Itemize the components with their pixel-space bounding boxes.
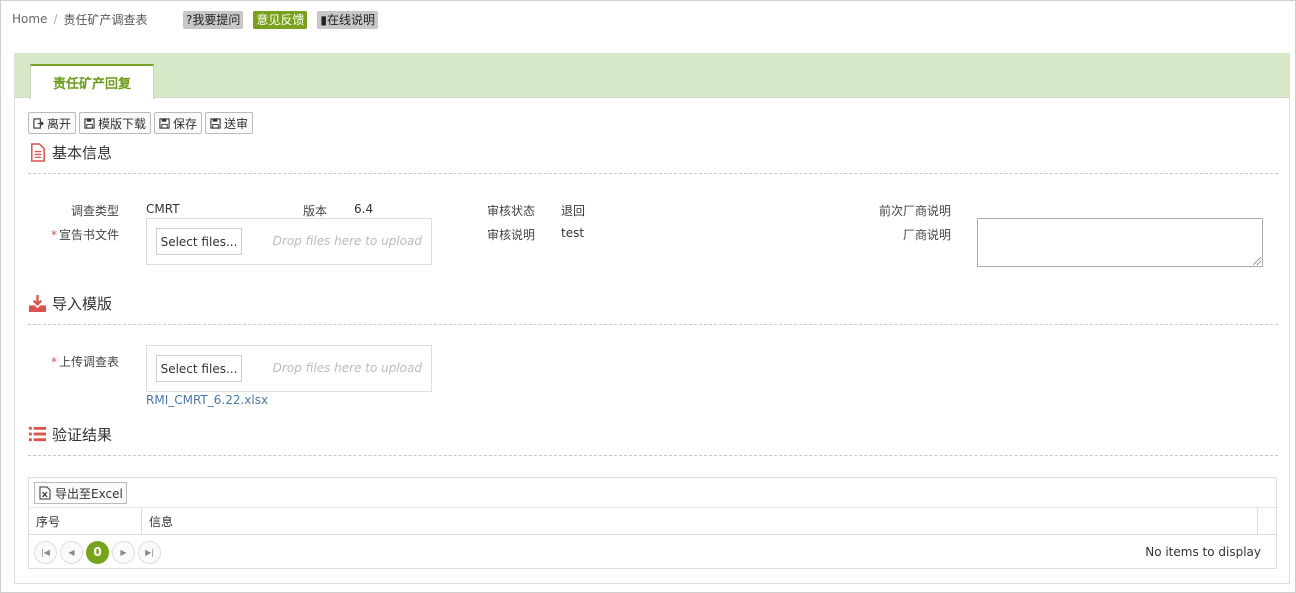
help-buttons: ?我要提问 意见反馈 ▮在线说明 xyxy=(183,11,379,29)
divider xyxy=(28,173,1278,174)
leave-label: 离开 xyxy=(47,116,72,131)
review-note-value: test xyxy=(561,226,585,240)
document-icon xyxy=(31,143,45,162)
declaration-file-label: * 宣告书文件 xyxy=(35,226,119,243)
download-template-button[interactable]: 模版下载 xyxy=(79,112,152,134)
upload-survey-label: * 上传调查表 xyxy=(35,353,119,370)
survey-type-label: 调查类型 xyxy=(70,204,119,218)
download-icon xyxy=(28,294,47,313)
review-note-label: 审核说明 xyxy=(486,228,535,242)
feedback-button[interactable]: 意见反馈 xyxy=(253,11,308,29)
section-validation-result: 验证结果 xyxy=(28,424,112,445)
exit-icon xyxy=(33,117,44,129)
declaration-file-upload: Select files... Drop files here to uploa… xyxy=(146,218,432,265)
grid-pager: |◀ ◀ 0 ▶ ▶| No items to display xyxy=(29,535,1276,569)
validation-grid: 导出至Excel 序号 信息 |◀ ◀ 0 ▶ ▶| No items to d… xyxy=(28,477,1277,569)
column-header-message[interactable]: 信息 xyxy=(142,508,1258,535)
vendor-note-textarea[interactable] xyxy=(977,218,1263,267)
download-template-label: 模版下载 xyxy=(98,116,147,131)
required-mark: * xyxy=(50,355,57,369)
list-icon xyxy=(28,426,47,442)
export-excel-button[interactable]: 导出至Excel xyxy=(34,482,127,504)
version-value: 6.4 xyxy=(354,202,374,216)
excel-icon xyxy=(39,486,51,500)
upload-survey-label-text: 上传调查表 xyxy=(58,355,119,369)
prev-vendor-note-label: 前次厂商说明 xyxy=(878,204,951,218)
action-toolbar: 离开 模版下载 保存 送审 xyxy=(28,112,254,134)
divider xyxy=(28,324,1278,325)
save-label: 保存 xyxy=(173,116,198,131)
uploaded-file-link[interactable]: RMI_CMRT_6.22.xlsx xyxy=(146,393,268,407)
declaration-drop-zone[interactable]: Drop files here to upload xyxy=(273,234,422,248)
section-validation-result-title: 验证结果 xyxy=(52,426,113,444)
tab-mineral-reply[interactable]: 责任矿产回复 xyxy=(30,64,154,99)
survey-file-upload: Select files... Drop files here to uploa… xyxy=(146,345,432,392)
book-icon: ▮ xyxy=(320,13,327,27)
tab-strip: 责任矿产回复 xyxy=(15,53,1289,99)
next-page-icon[interactable]: ▶ xyxy=(112,540,135,564)
online-manual-label: 在线说明 xyxy=(327,13,376,27)
floppy-icon xyxy=(84,117,95,129)
prev-page-icon[interactable]: ◀ xyxy=(60,540,83,564)
column-header-index[interactable]: 序号 xyxy=(29,508,142,535)
survey-drop-zone[interactable]: Drop files here to upload xyxy=(273,361,422,375)
breadcrumb-home[interactable]: Home xyxy=(12,12,47,26)
grid-toolbar: 导出至Excel xyxy=(29,478,1276,508)
declaration-file-label-text: 宣告书文件 xyxy=(58,228,119,242)
export-excel-label: 导出至Excel xyxy=(55,486,123,501)
leave-button[interactable]: 离开 xyxy=(28,112,77,134)
breadcrumb-current: 责任矿产调查表 xyxy=(63,12,148,27)
section-import-template: 导入模版 xyxy=(28,293,112,314)
survey-select-files-button[interactable]: Select files... xyxy=(156,355,242,382)
section-basic-info-title: 基本信息 xyxy=(52,144,113,162)
column-header-spacer xyxy=(1258,508,1276,535)
section-import-template-title: 导入模版 xyxy=(52,295,113,313)
review-status-value: 退回 xyxy=(561,204,586,218)
ask-question-button[interactable]: ?我要提问 xyxy=(183,11,244,29)
breadcrumb: Home / 责任矿产调查表 xyxy=(12,9,148,29)
submit-review-label: 送审 xyxy=(224,116,249,131)
version-label: 版本 xyxy=(302,204,327,218)
floppy-icon xyxy=(210,117,221,129)
divider xyxy=(28,455,1278,456)
required-mark: * xyxy=(50,228,57,242)
last-page-icon[interactable]: ▶| xyxy=(138,540,161,564)
resize-grip[interactable] xyxy=(1253,257,1261,265)
submit-review-button[interactable]: 送审 xyxy=(205,112,254,134)
online-manual-button[interactable]: ▮在线说明 xyxy=(317,11,379,29)
grid-header: 序号 信息 xyxy=(29,508,1276,535)
current-page-button[interactable]: 0 xyxy=(86,540,109,564)
survey-type-value: CMRT xyxy=(146,202,180,216)
breadcrumb-separator: / xyxy=(53,12,58,26)
pager-info: No items to display xyxy=(1145,545,1261,559)
section-basic-info: 基本信息 xyxy=(28,142,112,163)
floppy-icon xyxy=(159,117,170,129)
review-status-label: 审核状态 xyxy=(486,204,535,218)
first-page-icon[interactable]: |◀ xyxy=(34,540,57,564)
declaration-select-files-button[interactable]: Select files... xyxy=(156,228,242,255)
main-panel: 责任矿产回复 离开 模版下载 保存 送审 基本信息 调查类型 CMRT 版本 6… xyxy=(14,53,1290,584)
vendor-note-label: 厂商说明 xyxy=(902,228,951,242)
save-button[interactable]: 保存 xyxy=(154,112,203,134)
